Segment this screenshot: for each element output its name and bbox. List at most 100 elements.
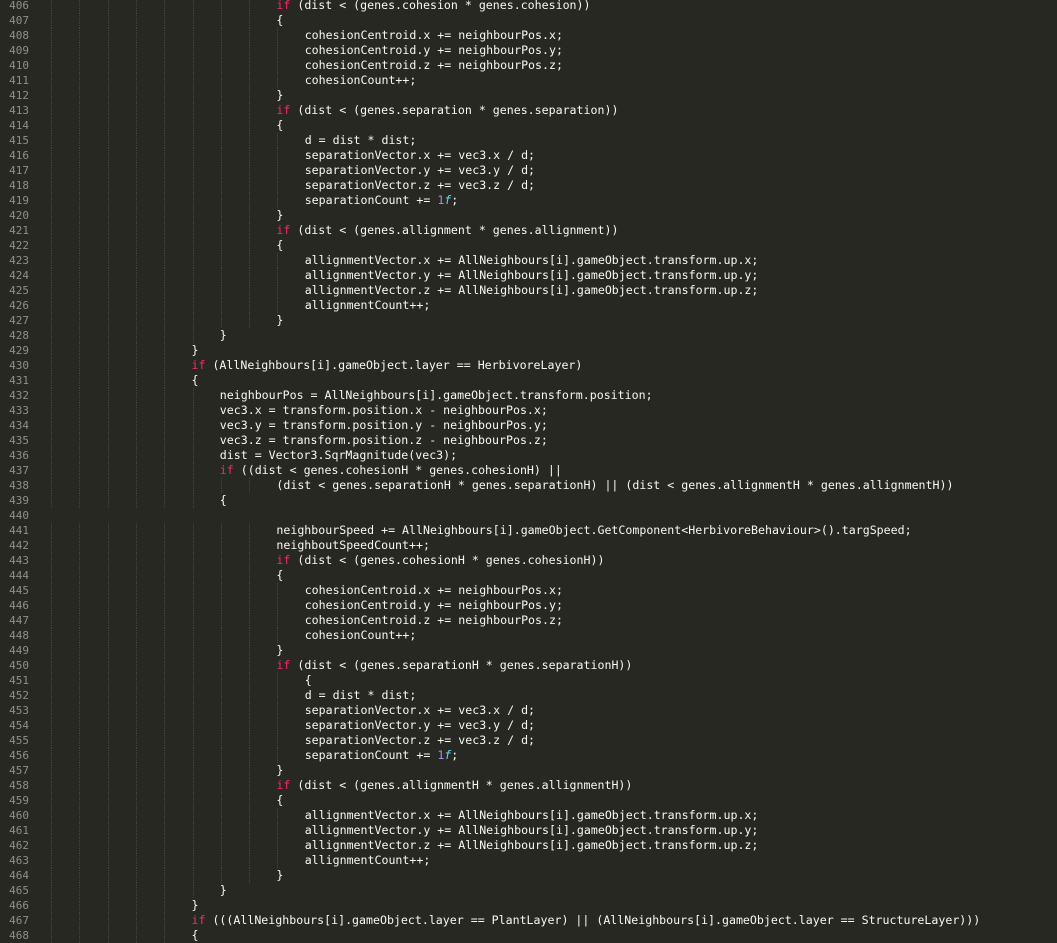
code-line[interactable]: 406 if (dist < (genes.cohesion * genes.co…	[0, 0, 1057, 13]
code-line[interactable]: 441 neighbourSpeed += AllNeighbours[i].ga…	[0, 523, 1057, 538]
indent-guide	[249, 868, 251, 883]
code-line[interactable]: 437 if ((dist < genes.cohesionH * genes.c…	[0, 463, 1057, 478]
code-line[interactable]: 460 allignmentVector.x += AllNeighbours[i…	[0, 808, 1057, 823]
line-code: if (dist < (genes.cohesion * genes.cohes…	[276, 0, 590, 13]
indent-guide	[220, 313, 222, 328]
code-line[interactable]: 409 cohesionCentroid.y += neighbourPos.y;	[0, 43, 1057, 58]
code-line[interactable]: 416 separationVector.x += vec3.x / d;	[0, 148, 1057, 163]
code-line[interactable]: 430 if (AllNeighbours[i].gameObject.layer…	[0, 358, 1057, 373]
indent-guide	[164, 118, 166, 133]
indent-guide	[135, 823, 137, 838]
code-line[interactable]: 419 separationCount += 1f;	[0, 193, 1057, 208]
code-line[interactable]: 444 {	[0, 568, 1057, 583]
indent-guide	[79, 148, 81, 163]
code-line[interactable]: 462 allignmentVector.z += AllNeighbours[i…	[0, 838, 1057, 853]
code-line[interactable]: 452 d = dist * dist;	[0, 688, 1057, 703]
code-line[interactable]: 417 separationVector.y += vec3.y / d;	[0, 163, 1057, 178]
line-code: }	[220, 328, 227, 343]
code-line[interactable]: 451 {	[0, 673, 1057, 688]
indent-guide	[79, 463, 81, 478]
line-code: if (dist < (genes.separationH * genes.se…	[276, 658, 632, 673]
indent-guide	[79, 613, 81, 628]
indent-guide	[107, 868, 109, 883]
code-text: (((AllNeighbours[i].gameObject.layer == …	[205, 913, 981, 927]
indent-guide	[249, 28, 251, 43]
code-line[interactable]: 423 allignmentVector.x += AllNeighbours[i…	[0, 253, 1057, 268]
code-line[interactable]: 422 {	[0, 238, 1057, 253]
indent-guide	[51, 313, 52, 328]
code-line[interactable]: 461 allignmentVector.y += AllNeighbours[i…	[0, 823, 1057, 838]
code-line[interactable]: 450 if (dist < (genes.separationH * genes…	[0, 658, 1057, 673]
code-line[interactable]: 466}	[0, 898, 1057, 913]
code-line[interactable]: 455 separationVector.z += vec3.z / d;	[0, 733, 1057, 748]
keyword-token: if	[191, 358, 206, 372]
indent-guide	[135, 628, 137, 643]
code-text: (dist < (genes.cohesion * genes.cohesion…	[290, 0, 591, 12]
code-line[interactable]: 407 {	[0, 13, 1057, 28]
code-line[interactable]: 421 if (dist < (genes.allignment * genes.…	[0, 223, 1057, 238]
line-number: 437	[9, 464, 29, 477]
code-line[interactable]: 454 separationVector.y += vec3.y / d;	[0, 718, 1057, 733]
code-line[interactable]: 465}	[0, 883, 1057, 898]
indent-guide	[135, 0, 137, 13]
code-line[interactable]: 413 if (dist < (genes.separation * genes.…	[0, 103, 1057, 118]
code-line[interactable]: 449}	[0, 643, 1057, 658]
line-code: allignmentCount++;	[305, 853, 431, 868]
code-text: ;	[451, 748, 459, 762]
code-line[interactable]: 448 cohesionCount++;	[0, 628, 1057, 643]
code-line[interactable]: 411 cohesionCount++;	[0, 73, 1057, 88]
indent-guide	[107, 28, 109, 43]
indent-guide	[164, 673, 166, 688]
code-line[interactable]: 429}	[0, 343, 1057, 358]
code-line[interactable]: 433 vec3.x = transform.position.x - neigh…	[0, 403, 1057, 418]
code-line[interactable]: 424 allignmentVector.y += AllNeighbours[i…	[0, 268, 1057, 283]
code-line[interactable]: 436 dist = Vector3.SqrMagnitude(vec3);	[0, 448, 1057, 463]
indent-guide	[220, 658, 222, 673]
code-line[interactable]: 428}	[0, 328, 1057, 343]
code-line[interactable]: 468 {	[0, 928, 1057, 943]
code-line[interactable]: 443 if (dist < (genes.cohesionH * genes.c…	[0, 553, 1057, 568]
code-line[interactable]: 435 vec3.z = transform.position.z - neigh…	[0, 433, 1057, 448]
code-line[interactable]: 445 cohesionCentroid.x += neighbourPos.x;	[0, 583, 1057, 598]
code-editor[interactable]: 406 if (dist < (genes.cohesion * genes.co…	[0, 0, 1057, 943]
code-line[interactable]: 456 separationCount += 1f;	[0, 748, 1057, 763]
code-line[interactable]: 415 d = dist * dist;	[0, 133, 1057, 148]
code-line[interactable]: 427}	[0, 313, 1057, 328]
code-line[interactable]: 463 allignmentCount++;	[0, 853, 1057, 868]
code-line[interactable]: 467 if (((AllNeighbours[i].gameObject.lay…	[0, 913, 1057, 928]
indent-guide	[79, 628, 81, 643]
code-line[interactable]: 431 {	[0, 373, 1057, 388]
code-line[interactable]: 420}	[0, 208, 1057, 223]
code-line[interactable]: 440	[0, 508, 1057, 523]
line-code: if (dist < (genes.allignmentH * genes.al…	[276, 778, 632, 793]
code-line[interactable]: 447 cohesionCentroid.z += neighbourPos.z;	[0, 613, 1057, 628]
code-line[interactable]: 425 allignmentVector.z += AllNeighbours[i…	[0, 283, 1057, 298]
indent-guide	[192, 193, 194, 208]
code-line[interactable]: 457}	[0, 763, 1057, 778]
indent-guide	[107, 208, 109, 223]
code-line[interactable]: 412}	[0, 88, 1057, 103]
code-line[interactable]: 458 if (dist < (genes.allignmentH * genes…	[0, 778, 1057, 793]
code-line[interactable]: 434 vec3.y = transform.position.y - neigh…	[0, 418, 1057, 433]
code-line[interactable]: 439 {	[0, 493, 1057, 508]
code-line[interactable]: 414 {	[0, 118, 1057, 133]
line-number: 433	[9, 404, 29, 417]
code-line[interactable]: 464}	[0, 868, 1057, 883]
indent-guide	[249, 628, 251, 643]
indent-guide	[135, 133, 137, 148]
line-code: if (dist < (genes.separation * genes.sep…	[276, 103, 618, 118]
indent-guide	[107, 403, 109, 418]
code-line[interactable]: 426 allignmentCount++;	[0, 298, 1057, 313]
code-line[interactable]: 459 {	[0, 793, 1057, 808]
code-line[interactable]: 432 neighbourPos = AllNeighbours[i].gameO…	[0, 388, 1057, 403]
indent-guide	[79, 793, 81, 808]
code-line[interactable]: 418 separationVector.z += vec3.z / d;	[0, 178, 1057, 193]
code-line[interactable]: 446 cohesionCentroid.y += neighbourPos.y;	[0, 598, 1057, 613]
code-line[interactable]: 453 separationVector.x += vec3.x / d;	[0, 703, 1057, 718]
code-line[interactable]: 408 cohesionCentroid.x += neighbourPos.x;	[0, 28, 1057, 43]
line-number: 421	[9, 224, 29, 237]
code-line[interactable]: 410 cohesionCentroid.z += neighbourPos.z;	[0, 58, 1057, 73]
code-line[interactable]: 442 neighboutSpeedCount++;	[0, 538, 1057, 553]
code-line[interactable]: 438 (dist < genes.separationH * genes.sep…	[0, 478, 1057, 493]
indent-guide	[220, 703, 222, 718]
